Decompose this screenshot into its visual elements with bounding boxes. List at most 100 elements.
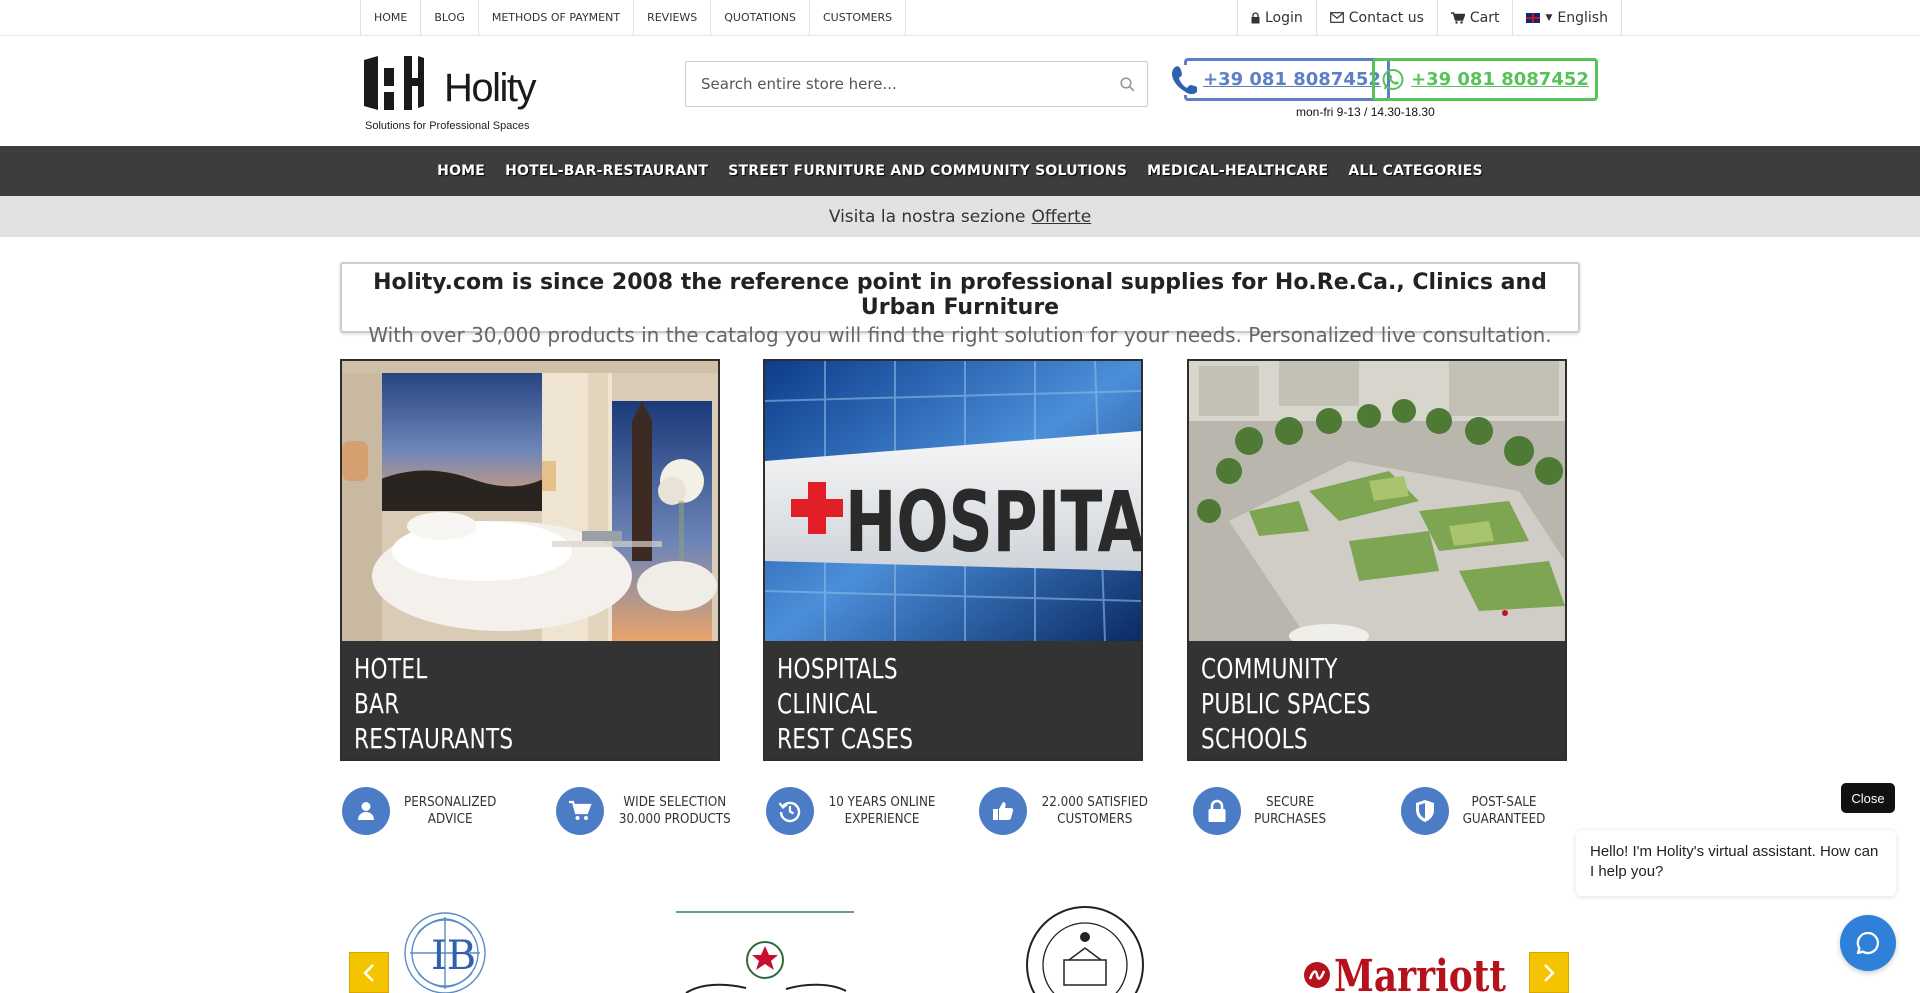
login-link[interactable]: Login: [1238, 0, 1317, 35]
whatsapp-icon: [1382, 68, 1404, 90]
feature-line: CUSTOMERS: [1057, 812, 1133, 827]
carousel-next-button[interactable]: [1529, 952, 1569, 993]
language-label: English: [1557, 9, 1608, 26]
feature-line: 30.000 PRODUCTS: [618, 812, 731, 827]
mainnav-all-categories[interactable]: ALL CATEGORIES: [1348, 163, 1483, 179]
search-box: [685, 61, 1148, 107]
public-park-image: [1189, 361, 1565, 641]
feature-secure-purchases: SECURE PURCHASES: [1193, 787, 1329, 835]
category-card-hotel[interactable]: HOTEL BAR RESTAURANTS: [340, 359, 720, 761]
chevron-left-icon: [363, 963, 374, 982]
search-icon: [1119, 76, 1134, 91]
caption-line: PUBLIC SPACES: [1201, 687, 1371, 720]
chat-bubble-icon: [1856, 931, 1880, 955]
hospital-sign-image: HOSPITA: [765, 361, 1141, 641]
mainnav-home[interactable]: HOME: [437, 163, 485, 179]
contact-link[interactable]: Contact us: [1317, 0, 1438, 35]
feature-personalized-advice: PERSONALIZED ADVICE: [342, 787, 500, 835]
logo-name: Holity: [444, 66, 537, 110]
topnav-reviews-link[interactable]: REVIEWS: [634, 0, 712, 35]
feature-line: WIDE SELECTION: [623, 795, 727, 810]
chat-launcher-button[interactable]: [1840, 915, 1896, 971]
feature-line: PERSONALIZED: [404, 795, 497, 810]
caption-line: HOTEL: [354, 652, 428, 685]
search-button[interactable]: [1107, 62, 1147, 106]
top-nav: HOME BLOG METHODS OF PAYMENT REVIEWS QUO…: [360, 0, 907, 35]
category-card-hospitals[interactable]: HOSPITA HOSPITALS CLINICAL REST CASES: [763, 359, 1143, 761]
promo-offers-link[interactable]: Offerte: [1032, 207, 1092, 227]
whatsapp-button[interactable]: +39 081 8087452: [1372, 58, 1598, 101]
carousel-prev-button[interactable]: [349, 952, 389, 993]
brand-logo-marriott: Marriott: [1302, 905, 1508, 993]
feature-line: PURCHASES: [1254, 812, 1327, 827]
mainnav-medical-healthcare[interactable]: MEDICAL-HEALTHCARE: [1147, 163, 1328, 179]
caption-line: RESTAURANTS: [354, 722, 514, 755]
contact-label: Contact us: [1348, 9, 1424, 26]
promo-text: Visita la nostra sezione: [828, 206, 1026, 227]
caret-down-icon: ▼: [1545, 12, 1553, 23]
header: Holity Solutions for Professional Spaces…: [0, 36, 1920, 146]
user-icon: [342, 787, 390, 835]
brand-logo-ministry: [676, 905, 854, 993]
caption-line: HOSPITALS: [777, 652, 898, 685]
hospital-card-caption: HOSPITALS CLINICAL REST CASES: [777, 651, 913, 756]
feature-post-sale: POST-SALE GUARANTEED: [1401, 787, 1549, 835]
feature-line: EXPERIENCE: [844, 812, 920, 827]
chat-welcome-message[interactable]: Hello! I'm Holity's virtual assistant. H…: [1576, 830, 1896, 896]
caption-line: SCHOOLS: [1201, 722, 1308, 755]
intro-subtitle: With over 30,000 products in the catalog…: [368, 323, 1552, 347]
history-icon: [766, 787, 814, 835]
cart-label: Cart: [1469, 9, 1500, 26]
account-links: Login Contact us Cart ▼ English: [1237, 0, 1622, 35]
brand-logo-politecnico: [1024, 905, 1146, 993]
cart-icon: [1450, 11, 1465, 24]
language-selector[interactable]: ▼ English: [1513, 0, 1622, 35]
topnav-home-link[interactable]: HOME: [361, 0, 422, 35]
shield-icon: [1401, 787, 1449, 835]
chat-close-button[interactable]: Close: [1841, 783, 1895, 813]
mainnav-hotel-bar-restaurant[interactable]: HOTEL-BAR-RESTAURANT: [505, 163, 708, 179]
topnav-blog-link[interactable]: BLOG: [421, 0, 479, 35]
phone-icon: [1171, 64, 1197, 95]
feature-satisfied-customers: 22.000 SATISFIED CUSTOMERS: [979, 787, 1153, 835]
feature-line: SECURE: [1266, 795, 1315, 810]
search-input[interactable]: [686, 62, 1107, 106]
thumbs-up-icon: [979, 787, 1027, 835]
logo-tagline: Solutions for Professional Spaces: [365, 120, 530, 132]
caption-line: REST CASES: [777, 722, 914, 755]
hotel-card-caption: HOTEL BAR RESTAURANTS: [354, 651, 513, 756]
cart-link[interactable]: Cart: [1438, 0, 1514, 35]
mainnav-street-furniture[interactable]: STREET FURNITURE AND COMMUNITY SOLUTIONS: [728, 163, 1127, 179]
opening-hours: mon-fri 9-13 / 14.30-18.30: [1296, 105, 1435, 119]
feature-line: 10 YEARS ONLINE: [828, 795, 936, 810]
feature-line: POST-SALE: [1471, 795, 1537, 810]
cart-icon: [556, 787, 604, 835]
topnav-quotations-link[interactable]: QUOTATIONS: [711, 0, 810, 35]
feature-line: 22.000 SATISFIED: [1041, 795, 1148, 810]
category-card-community[interactable]: COMMUNITY PUBLIC SPACES SCHOOLS: [1187, 359, 1567, 761]
main-nav: HOME HOTEL-BAR-RESTAURANT STREET FURNITU…: [0, 146, 1920, 196]
topnav-customers-link[interactable]: CUSTOMERS: [810, 0, 907, 35]
feature-line: GUARANTEED: [1462, 812, 1546, 827]
phone-call-button[interactable]: +39 081 8087452: [1171, 58, 1390, 101]
caption-line: CLINICAL: [777, 687, 878, 720]
hotel-room-image: [342, 361, 718, 641]
holity-logo[interactable]: Holity Solutions for Professional Spaces: [364, 50, 544, 158]
caption-line: COMMUNITY: [1201, 652, 1338, 685]
top-bar: HOME BLOG METHODS OF PAYMENT REVIEWS QUO…: [0, 0, 1920, 36]
caption-line: BAR: [354, 687, 400, 720]
envelope-icon: [1329, 12, 1344, 23]
marriott-wordmark: Marriott: [1334, 951, 1507, 993]
hospital-sign-text: HOSPITA: [845, 473, 1141, 571]
community-card-caption: COMMUNITY PUBLIC SPACES SCHOOLS: [1201, 651, 1371, 756]
topnav-payment-link[interactable]: METHODS OF PAYMENT: [479, 0, 635, 35]
lock-icon: [1193, 787, 1241, 835]
feature-wide-selection: WIDE SELECTION 30.000 PRODUCTS: [556, 787, 736, 835]
feature-line: ADVICE: [427, 812, 473, 827]
brand-logo-bank: IB: [398, 905, 492, 993]
feature-online-experience: 10 YEARS ONLINE EXPERIENCE: [766, 787, 940, 835]
whatsapp-number: +39 081 8087452: [1411, 69, 1589, 90]
logo-mark-icon: [364, 56, 438, 110]
promo-banner: Visita la nostra sezione Offerte: [0, 196, 1920, 237]
chevron-right-icon: [1544, 963, 1555, 982]
